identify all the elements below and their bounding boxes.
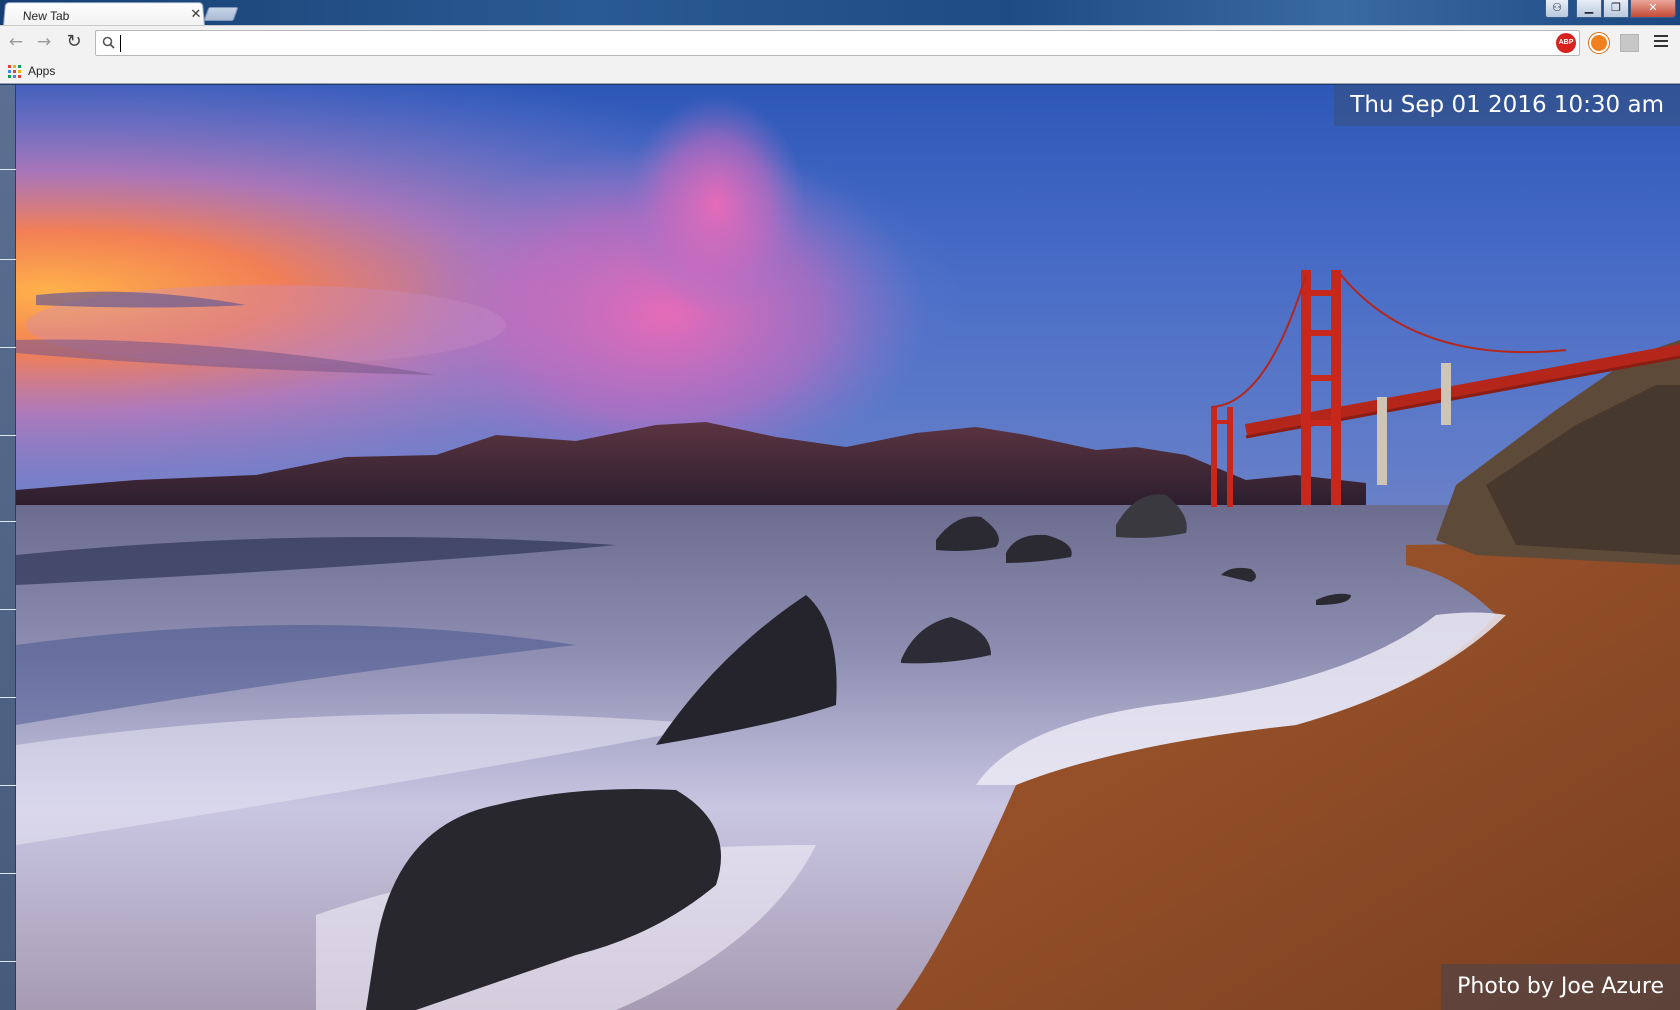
omnibox[interactable]: ☆ (95, 30, 1580, 56)
window-titlebar: New Tab ✕ ⚇ ▁ ❐ ✕ (0, 0, 1680, 27)
bookmarks-bar: Apps (0, 58, 1680, 84)
window-controls: ⚇ ▁ ❐ ✕ (1544, 0, 1676, 18)
text-caret (120, 35, 121, 52)
adblock-plus-icon[interactable]: ABP (1556, 33, 1576, 53)
new-tab-button[interactable] (203, 7, 239, 21)
search-icon (102, 36, 115, 49)
new-tab-page: Thu Sep 01 2016 10:30 am Photo by Joe Az… (16, 85, 1680, 1010)
orange-extension-icon[interactable] (1589, 33, 1609, 53)
apps-label: Apps (28, 64, 56, 78)
tab-title: New Tab (22, 9, 70, 24)
address-input[interactable] (120, 33, 1530, 53)
close-icon[interactable]: ✕ (188, 6, 203, 21)
apps-shortcut[interactable]: Apps (8, 62, 55, 80)
restore-icon[interactable]: ❐ (1603, 0, 1629, 18)
window-left-border (0, 85, 16, 1010)
background-photo (16, 85, 1680, 1010)
datetime-display: Thu Sep 01 2016 10:30 am (1334, 85, 1680, 126)
menu-icon[interactable] (1654, 35, 1668, 49)
apps-grid-icon (8, 64, 21, 78)
reload-icon[interactable]: ↻ (63, 31, 85, 53)
back-arrow-icon[interactable]: ← (5, 31, 27, 53)
close-window-button[interactable]: ✕ (1630, 0, 1676, 18)
minimize-icon[interactable]: ▁ (1576, 0, 1602, 18)
browser-toolbar: ← → ↻ ☆ ABP (0, 25, 1680, 58)
gray-extension-icon[interactable] (1620, 34, 1639, 52)
photo-credit[interactable]: Photo by Joe Azure (1441, 964, 1680, 1010)
forward-arrow-icon[interactable]: → (33, 31, 55, 53)
tab-new-tab[interactable]: New Tab ✕ (2, 2, 206, 27)
user-icon[interactable]: ⚇ (1545, 0, 1569, 18)
